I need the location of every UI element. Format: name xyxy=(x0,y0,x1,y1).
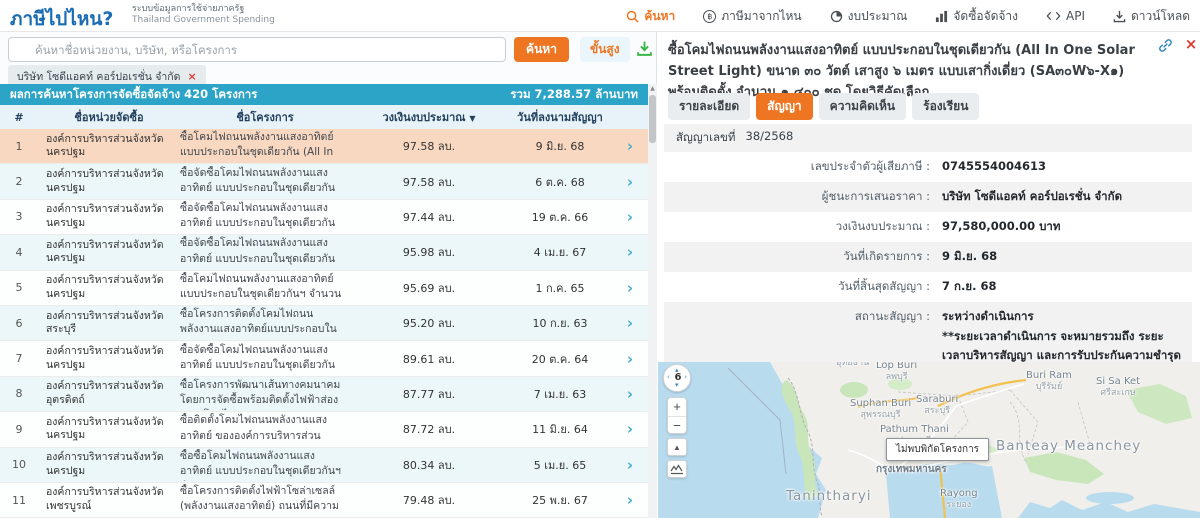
reset-north-button[interactable]: ▲ xyxy=(667,438,687,456)
col-header-date[interactable]: วันที่ลงนามสัญญา xyxy=(508,108,612,126)
field-winner: ผู้ชนะการเสนอราคา บริษัท โซดีแอคท์ คอร์ป… xyxy=(664,182,1192,212)
nav-item-tax-origin[interactable]: ฿ ภาษีมาจากไหน xyxy=(703,7,802,26)
field-transaction-date: วันที่เกิดรายการ 9 มิ.ย. 68 xyxy=(664,242,1192,272)
results-count-title: ผลการค้นหาโครงการจัดซื้อจัดจ้าง 420 โครง… xyxy=(10,86,258,101)
project-detail-panel: ซื้อโคมไฟถนนพลังงานแสงอาทิตย์ แบบประกอบใ… xyxy=(658,32,1200,518)
row-chevron-right-icon[interactable]: › xyxy=(612,173,648,191)
close-panel-icon[interactable]: × xyxy=(1182,35,1200,53)
search-icon xyxy=(626,10,639,23)
nav-item-procurement[interactable]: จัดซื้อจัดจ้าง xyxy=(935,7,1018,26)
row-chevron-right-icon[interactable]: › xyxy=(612,314,648,332)
copy-link-icon[interactable] xyxy=(1156,38,1174,56)
row-chevron-right-icon[interactable]: › xyxy=(612,243,648,261)
top-header: ภาษีไปไหน? ระบบข้อมูลการใช้จ่ายภาครัฐ Th… xyxy=(0,0,1200,32)
tab-comments[interactable]: ความคิดเห็น xyxy=(818,93,907,120)
field-budget: วงเงินงบประมาณ 97,580,000.00 บาท xyxy=(664,212,1192,242)
tab-contract[interactable]: สัญญา xyxy=(756,93,813,120)
contract-number-value: 38/2568 xyxy=(745,129,794,143)
col-header-no: # xyxy=(14,110,24,124)
pan-left-icon[interactable]: ‹ xyxy=(667,374,670,381)
row-chevron-right-icon[interactable]: › xyxy=(612,456,648,474)
results-table-header: # ชื่อหน่วยจัดซื้อ ชื่อโครงการ วงเงินงบป… xyxy=(0,105,648,129)
field-contract-end-date: วันที่สิ้นสุดสัญญา 7 ก.ย. 68 xyxy=(664,272,1192,302)
tab-complaints[interactable]: ร้องเรียน xyxy=(912,93,980,120)
app-subtitle-en: Thailand Government Spending xyxy=(132,15,275,26)
results-scrollbar[interactable]: ▲ xyxy=(648,84,657,518)
baht-coin-icon: ฿ xyxy=(703,9,717,23)
search-button[interactable]: ค้นหา xyxy=(514,37,569,62)
col-header-project[interactable]: ชื่อโครงการ xyxy=(180,108,350,126)
table-row[interactable]: 9 องค์การบริหารส่วนจังหวัดนครปฐม ซื้อติด… xyxy=(0,412,648,448)
pie-chart-icon xyxy=(830,10,843,23)
table-row[interactable]: 4 องค์การบริหารส่วนจังหวัดนครปฐม ซื้อจัด… xyxy=(0,235,648,271)
detail-tabs: รายละเอียด สัญญา ความคิดเห็น ร้องเรียน xyxy=(668,93,980,120)
nav-item-search[interactable]: ค้นหา xyxy=(626,7,675,26)
contract-detail-table: สัญญาเลขที่ 38/2568 เลขประจำตัวผู้เสียภา… xyxy=(664,124,1192,390)
nav-item-budget[interactable]: งบประมาณ xyxy=(830,7,907,26)
col-header-agency[interactable]: ชื่อหน่วยจัดซื้อ xyxy=(38,108,180,126)
row-chevron-right-icon[interactable]: › xyxy=(612,385,648,403)
scrollbar-thumb[interactable] xyxy=(649,95,656,143)
download-icon xyxy=(1113,10,1126,23)
results-total-amount: รวม 7,288.57 ล้านบาท xyxy=(510,86,638,101)
row-chevron-right-icon[interactable]: › xyxy=(612,208,648,226)
col-header-budget[interactable]: วงเงินงบประมาณ ▼ xyxy=(350,108,508,126)
sort-desc-icon: ▼ xyxy=(469,114,476,123)
table-row[interactable]: 8 องค์การบริหารส่วนจังหวัดอุตรดิตถ์ ซื้อ… xyxy=(0,376,648,413)
advanced-search-button[interactable]: ขั้นสูง xyxy=(580,37,630,62)
scrollbar-up-icon[interactable]: ▲ xyxy=(648,84,657,94)
project-location-map[interactable]: อุทัยธานี Lop Buri ลพบุรี Buri Ram บุรีรัม… xyxy=(658,362,1200,518)
tab-details[interactable]: รายละเอียด xyxy=(668,93,751,120)
nav-item-download[interactable]: ดาวน์โหลด xyxy=(1113,7,1190,26)
table-row[interactable]: 6 องค์การบริหารส่วนจังหวัดสระบุรี ซื้อโค… xyxy=(0,305,648,342)
row-chevron-right-icon[interactable]: › xyxy=(612,279,648,297)
table-row[interactable]: 3 องค์การบริหารส่วนจังหวัดนครปฐม ซื้อจัด… xyxy=(0,199,648,236)
table-row[interactable]: 10 องค์การบริหารส่วนจังหวัดนครปฐม ซื้อซื… xyxy=(0,447,648,483)
search-results-panel: ค้นหา ขั้นสูง บริษัท โซดีแอคท์ คอร์ปอเรช… xyxy=(0,32,657,518)
app-logo[interactable]: ภาษีไปไหน? xyxy=(10,4,113,34)
export-download-button[interactable] xyxy=(634,40,654,60)
contract-status-value: ระหว่างดำเนินการ xyxy=(942,309,1034,323)
row-chevron-right-icon[interactable]: › xyxy=(612,137,648,155)
results-rows: 1 องค์การบริหารส่วนจังหวัดนครปฐม ซื้อโคม… xyxy=(0,129,648,518)
terrain-toggle-button[interactable] xyxy=(667,460,687,478)
zoom-out-button[interactable]: − xyxy=(668,416,686,434)
contract-number-label: สัญญาเลขที่ xyxy=(676,130,736,144)
bar-chart-icon xyxy=(935,10,948,23)
table-row[interactable]: 2 องค์การบริหารส่วนจังหวัดนครปฐม ซื้อจัด… xyxy=(0,164,648,200)
pan-right-icon[interactable]: › xyxy=(684,374,687,381)
map-pan-zoom-control[interactable]: 6 ▴ ▾ ‹ › xyxy=(663,364,691,392)
nav-item-api[interactable]: API xyxy=(1046,9,1085,23)
table-row[interactable]: 7 องค์การบริหารส่วนจังหวัดนครปฐม ซื้อจัด… xyxy=(0,341,648,377)
filter-chip-remove-icon[interactable]: × xyxy=(187,70,196,83)
field-taxpayer-id: เลขประจำตัวผู้เสียภาษี 0745554004613 xyxy=(664,152,1192,182)
results-header-bar: ผลการค้นหาโครงการจัดซื้อจัดจ้าง 420 โครง… xyxy=(0,84,648,105)
row-chevron-right-icon[interactable]: › xyxy=(612,491,648,509)
search-input[interactable] xyxy=(8,37,506,62)
zoom-in-button[interactable]: + xyxy=(668,398,686,416)
code-icon xyxy=(1046,10,1061,22)
app-subtitle: ระบบข้อมูลการใช้จ่ายภาครัฐ Thailand Gove… xyxy=(132,4,275,27)
map-zoom-buttons: + − xyxy=(667,397,687,434)
row-chevron-right-icon[interactable]: › xyxy=(612,350,648,368)
row-chevron-right-icon[interactable]: › xyxy=(612,420,648,438)
map-no-coordinates-tooltip: ไม่พบพิกัดโครงการ xyxy=(886,438,990,461)
table-row[interactable]: 5 องค์การบริหารส่วนจังหวัดนครปฐม ซื้อโคม… xyxy=(0,270,648,306)
app-subtitle-th: ระบบข้อมูลการใช้จ่ายภาครัฐ xyxy=(132,4,245,14)
table-row[interactable]: 11 องค์การบริหารส่วนจังหวัดเพชรบูรณ์ ซื้… xyxy=(0,482,648,518)
contract-number-row: สัญญาเลขที่ 38/2568 xyxy=(664,124,1192,152)
pan-down-icon[interactable]: ▾ xyxy=(675,382,679,389)
table-row[interactable]: 1 องค์การบริหารส่วนจังหวัดนครปฐม ซื้อโคม… xyxy=(0,129,648,165)
pan-up-icon[interactable]: ▴ xyxy=(675,367,679,374)
filter-chip-label: บริษัท โซดีแอคท์ คอร์ปอเรชั่น จำกัด xyxy=(17,71,181,83)
main-nav: ค้นหา ฿ ภาษีมาจากไหน งบประมาณ จัดซื้อจัด… xyxy=(626,0,1190,32)
